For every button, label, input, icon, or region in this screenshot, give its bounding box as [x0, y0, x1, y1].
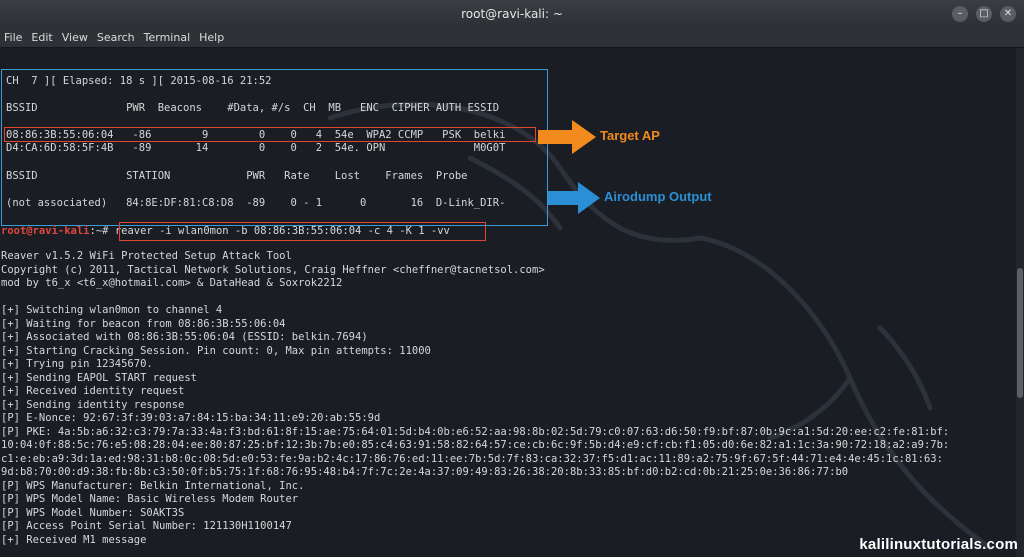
airodump-header: CH 7 ][ Elapsed: 18 s ][ 2015-08-16 21:5…	[6, 75, 272, 87]
output-line: [P] PKE: 4a:5b:a6:32:c3:79:7a:33:4a:f3:b…	[1, 425, 950, 438]
prompt-suffix: :~#	[89, 225, 115, 237]
close-button[interactable]: ✕	[1000, 6, 1016, 22]
ap-columns: BSSID PWR Beacons #Data, #/s CH MB ENC C…	[6, 102, 500, 114]
output-line: [P] Access Point Serial Number: 121130H1…	[1, 520, 292, 532]
site-watermark: kalilinuxtutorials.com	[859, 536, 1018, 553]
output-line: Copyright (c) 2011, Tactical Network Sol…	[1, 263, 545, 276]
terminal-area[interactable]: CH 7 ][ Elapsed: 18 s ][ 2015-08-16 21:5…	[0, 48, 1016, 557]
menu-terminal[interactable]: Terminal	[144, 31, 191, 44]
output-line: 10:04:0f:88:5c:76:e5:08:28:04:ee:80:87:2…	[1, 439, 950, 451]
target-arrow-icon	[538, 120, 596, 154]
prompt-user: root@ravi-kali	[1, 225, 90, 237]
menu-file[interactable]: File	[4, 31, 22, 44]
window-title: root@ravi-kali: ~	[461, 7, 563, 21]
output-line: [+] Sending EAPOL START request	[1, 371, 197, 384]
menu-search[interactable]: Search	[97, 31, 135, 44]
output-line: mod by t6_x <t6_x@hotmail.com> & DataHea…	[1, 277, 343, 289]
command-highlight	[119, 222, 486, 241]
output-line: [+] Switching wlan0mon to channel 4	[1, 304, 223, 316]
output-line: [P] WPS Model Name: Basic Wireless Modem…	[1, 493, 299, 505]
minimize-button[interactable]: –	[952, 6, 968, 22]
output-line: [P] E-Nonce: 92:67:3f:39:03:a7:84:15:ba:…	[1, 412, 381, 424]
output-line: [+] Received M1 message	[1, 533, 147, 546]
menu-help[interactable]: Help	[199, 31, 224, 44]
ap-row: D4:CA:6D:58:5F:4B -89 14 0 0 2 54e. OPN …	[6, 142, 506, 154]
output-line: 9d:b8:70:00:d9:38:fb:8b:c3:50:0f:b5:75:1…	[1, 466, 849, 478]
output-line: [+] Waiting for beacon from 08:86:3B:55:…	[1, 317, 286, 330]
target-ap-highlight	[4, 127, 536, 142]
output-line: [P] WPS Manufacturer: Belkin Internation…	[1, 479, 305, 492]
scrollbar-thumb[interactable]	[1017, 268, 1023, 398]
output-line: [P] WPS Model Number: S0AKT3S	[1, 506, 185, 519]
target-ap-label: Target AP	[600, 128, 660, 143]
output-line: [+] Starting Cracking Session. Pin count…	[1, 344, 431, 357]
output-line: [+] Sending identity response	[1, 398, 185, 411]
menu-bar: File Edit View Search Terminal Help	[0, 28, 1024, 48]
menu-view[interactable]: View	[62, 31, 88, 44]
output-line: Reaver v1.5.2 WiFi Protected Setup Attac…	[1, 250, 292, 262]
maximize-button[interactable]: □	[976, 6, 992, 22]
output-line: [+] Associated with 08:86:3B:55:06:04 (E…	[1, 331, 368, 343]
airodump-arrow-icon	[548, 182, 600, 214]
station-row: (not associated) 84:8E:DF:81:C8:D8 -89 0…	[6, 197, 506, 209]
station-columns: BSSID STATION PWR Rate Lost Frames Probe	[6, 170, 468, 182]
output-line: [+] Trying pin 12345670.	[1, 358, 153, 370]
window-titlebar: root@ravi-kali: ~ – □ ✕	[0, 0, 1024, 28]
airodump-output-label: Airodump Output	[604, 189, 712, 204]
menu-edit[interactable]: Edit	[31, 31, 52, 44]
airodump-output-panel: CH 7 ][ Elapsed: 18 s ][ 2015-08-16 21:5…	[1, 69, 548, 226]
output-line: c1:e:eb:a9:3d:1a:ed:98:31:b8:0c:08:5d:e0…	[1, 452, 943, 465]
output-line: [+] Received identity request	[1, 385, 185, 397]
